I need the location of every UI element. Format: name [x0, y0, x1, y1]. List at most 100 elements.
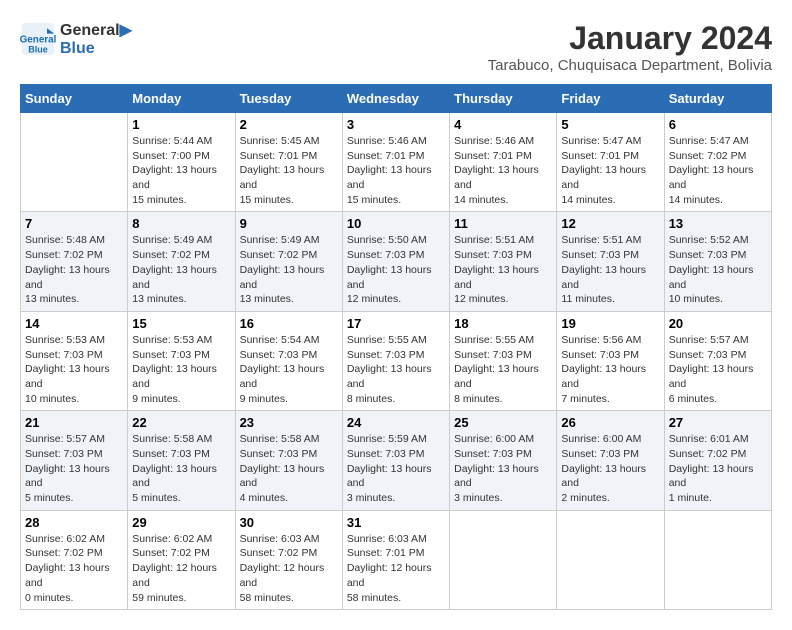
day-number: 15 [132, 316, 230, 331]
day-number: 30 [240, 515, 338, 530]
calendar-header-row: SundayMondayTuesdayWednesdayThursdayFrid… [21, 85, 772, 113]
day-number: 27 [669, 415, 767, 430]
calendar-cell: 1 Sunrise: 5:44 AMSunset: 7:00 PMDaylight… [128, 113, 235, 212]
logo: General Blue General▶ Blue [20, 20, 132, 58]
day-info: Sunrise: 5:53 AMSunset: 7:03 PMDaylight:… [132, 333, 230, 406]
day-number: 24 [347, 415, 445, 430]
calendar-cell: 7 Sunrise: 5:48 AMSunset: 7:02 PMDaylight… [21, 212, 128, 311]
day-number: 1 [132, 117, 230, 132]
day-number: 18 [454, 316, 552, 331]
weekday-header-tuesday: Tuesday [235, 85, 342, 113]
calendar-cell: 23 Sunrise: 5:58 AMSunset: 7:03 PMDayligh… [235, 411, 342, 510]
month-year: January 2024 [488, 20, 772, 57]
day-info: Sunrise: 5:46 AMSunset: 7:01 PMDaylight:… [347, 134, 445, 207]
weekday-header-thursday: Thursday [450, 85, 557, 113]
day-number: 2 [240, 117, 338, 132]
day-info: Sunrise: 5:46 AMSunset: 7:01 PMDaylight:… [454, 134, 552, 207]
calendar-cell [557, 510, 664, 609]
day-info: Sunrise: 6:00 AMSunset: 7:03 PMDaylight:… [561, 432, 659, 505]
day-info: Sunrise: 5:52 AMSunset: 7:03 PMDaylight:… [669, 233, 767, 306]
calendar-table: SundayMondayTuesdayWednesdayThursdayFrid… [20, 84, 772, 610]
calendar-cell: 25 Sunrise: 6:00 AMSunset: 7:03 PMDayligh… [450, 411, 557, 510]
day-number: 10 [347, 216, 445, 231]
weekday-header-saturday: Saturday [664, 85, 771, 113]
day-info: Sunrise: 5:54 AMSunset: 7:03 PMDaylight:… [240, 333, 338, 406]
day-info: Sunrise: 5:53 AMSunset: 7:03 PMDaylight:… [25, 333, 123, 406]
page-header: General Blue General▶ Blue January 2024 … [20, 20, 772, 74]
calendar-cell: 26 Sunrise: 6:00 AMSunset: 7:03 PMDayligh… [557, 411, 664, 510]
day-info: Sunrise: 6:02 AMSunset: 7:02 PMDaylight:… [25, 532, 123, 605]
day-number: 17 [347, 316, 445, 331]
day-number: 19 [561, 316, 659, 331]
calendar-cell: 5Sunrise: 5:47 AMSunset: 7:01 PMDaylight… [557, 113, 664, 212]
calendar-cell [450, 510, 557, 609]
calendar-week-1: 1 Sunrise: 5:44 AMSunset: 7:00 PMDaylight… [21, 113, 772, 212]
day-info: Sunrise: 5:44 AMSunset: 7:00 PMDaylight:… [132, 134, 230, 207]
day-number: 20 [669, 316, 767, 331]
calendar-cell: 18 Sunrise: 5:55 AMSunset: 7:03 PMDayligh… [450, 311, 557, 410]
day-number: 8 [132, 216, 230, 231]
day-info: Sunrise: 5:57 AMSunset: 7:03 PMDaylight:… [669, 333, 767, 406]
day-info: Sunrise: 5:48 AMSunset: 7:02 PMDaylight:… [25, 233, 123, 306]
day-number: 26 [561, 415, 659, 430]
calendar-cell: 13Sunrise: 5:52 AMSunset: 7:03 PMDayligh… [664, 212, 771, 311]
day-number: 21 [25, 415, 123, 430]
calendar-cell: 22Sunrise: 5:58 AMSunset: 7:03 PMDayligh… [128, 411, 235, 510]
day-info: Sunrise: 5:49 AMSunset: 7:02 PMDaylight:… [132, 233, 230, 306]
calendar-week-3: 14 Sunrise: 5:53 AMSunset: 7:03 PMDayligh… [21, 311, 772, 410]
day-number: 7 [25, 216, 123, 231]
weekday-header-friday: Friday [557, 85, 664, 113]
calendar-cell: 21 Sunrise: 5:57 AMSunset: 7:03 PMDayligh… [21, 411, 128, 510]
day-info: Sunrise: 5:49 AMSunset: 7:02 PMDaylight:… [240, 233, 338, 306]
day-number: 31 [347, 515, 445, 530]
logo-blue: Blue [60, 40, 132, 58]
calendar-cell [664, 510, 771, 609]
day-number: 25 [454, 415, 552, 430]
day-number: 16 [240, 316, 338, 331]
calendar-cell: 3Sunrise: 5:46 AMSunset: 7:01 PMDaylight… [342, 113, 449, 212]
calendar-cell: 4Sunrise: 5:46 AMSunset: 7:01 PMDaylight… [450, 113, 557, 212]
calendar-cell: 2Sunrise: 5:45 AMSunset: 7:01 PMDaylight… [235, 113, 342, 212]
calendar-cell: 9 Sunrise: 5:49 AMSunset: 7:02 PMDaylight… [235, 212, 342, 311]
calendar-week-2: 7 Sunrise: 5:48 AMSunset: 7:02 PMDaylight… [21, 212, 772, 311]
calendar-cell: 16 Sunrise: 5:54 AMSunset: 7:03 PMDayligh… [235, 311, 342, 410]
day-info: Sunrise: 5:57 AMSunset: 7:03 PMDaylight:… [25, 432, 123, 505]
day-info: Sunrise: 5:56 AMSunset: 7:03 PMDaylight:… [561, 333, 659, 406]
calendar-cell: 12 Sunrise: 5:51 AMSunset: 7:03 PMDayligh… [557, 212, 664, 311]
logo-icon: General Blue [20, 21, 56, 57]
title-block: January 2024 Tarabuco, Chuquisaca Depart… [488, 20, 772, 74]
calendar-cell: 6Sunrise: 5:47 AMSunset: 7:02 PMDaylight… [664, 113, 771, 212]
calendar-week-5: 28 Sunrise: 6:02 AMSunset: 7:02 PMDayligh… [21, 510, 772, 609]
calendar-cell: 17 Sunrise: 5:55 AMSunset: 7:03 PMDayligh… [342, 311, 449, 410]
day-info: Sunrise: 6:03 AMSunset: 7:02 PMDaylight:… [240, 532, 338, 605]
day-info: Sunrise: 5:50 AMSunset: 7:03 PMDaylight:… [347, 233, 445, 306]
calendar-cell: 14 Sunrise: 5:53 AMSunset: 7:03 PMDayligh… [21, 311, 128, 410]
day-info: Sunrise: 5:47 AMSunset: 7:01 PMDaylight:… [561, 134, 659, 207]
day-number: 28 [25, 515, 123, 530]
calendar-cell: 29Sunrise: 6:02 AMSunset: 7:02 PMDayligh… [128, 510, 235, 609]
weekday-header-monday: Monday [128, 85, 235, 113]
day-info: Sunrise: 5:55 AMSunset: 7:03 PMDaylight:… [454, 333, 552, 406]
day-info: Sunrise: 6:02 AMSunset: 7:02 PMDaylight:… [132, 532, 230, 605]
calendar-cell: 20 Sunrise: 5:57 AMSunset: 7:03 PMDayligh… [664, 311, 771, 410]
calendar-cell: 19 Sunrise: 5:56 AMSunset: 7:03 PMDayligh… [557, 311, 664, 410]
day-info: Sunrise: 6:00 AMSunset: 7:03 PMDaylight:… [454, 432, 552, 505]
calendar-week-4: 21 Sunrise: 5:57 AMSunset: 7:03 PMDayligh… [21, 411, 772, 510]
day-info: Sunrise: 5:51 AMSunset: 7:03 PMDaylight:… [454, 233, 552, 306]
calendar-cell: 30 Sunrise: 6:03 AMSunset: 7:02 PMDayligh… [235, 510, 342, 609]
calendar-cell: 31Sunrise: 6:03 AMSunset: 7:01 PMDayligh… [342, 510, 449, 609]
calendar-cell: 15 Sunrise: 5:53 AMSunset: 7:03 PMDayligh… [128, 311, 235, 410]
day-info: Sunrise: 5:58 AMSunset: 7:03 PMDaylight:… [240, 432, 338, 505]
weekday-header-wednesday: Wednesday [342, 85, 449, 113]
logo-text: General▶ [60, 20, 132, 40]
day-number: 23 [240, 415, 338, 430]
day-number: 9 [240, 216, 338, 231]
day-info: Sunrise: 5:51 AMSunset: 7:03 PMDaylight:… [561, 233, 659, 306]
location: Tarabuco, Chuquisaca Department, Bolivia [488, 57, 772, 74]
calendar-cell: 8 Sunrise: 5:49 AMSunset: 7:02 PMDaylight… [128, 212, 235, 311]
calendar-cell: 27Sunrise: 6:01 AMSunset: 7:02 PMDayligh… [664, 411, 771, 510]
day-info: Sunrise: 5:55 AMSunset: 7:03 PMDaylight:… [347, 333, 445, 406]
weekday-header-sunday: Sunday [21, 85, 128, 113]
day-number: 14 [25, 316, 123, 331]
day-number: 12 [561, 216, 659, 231]
